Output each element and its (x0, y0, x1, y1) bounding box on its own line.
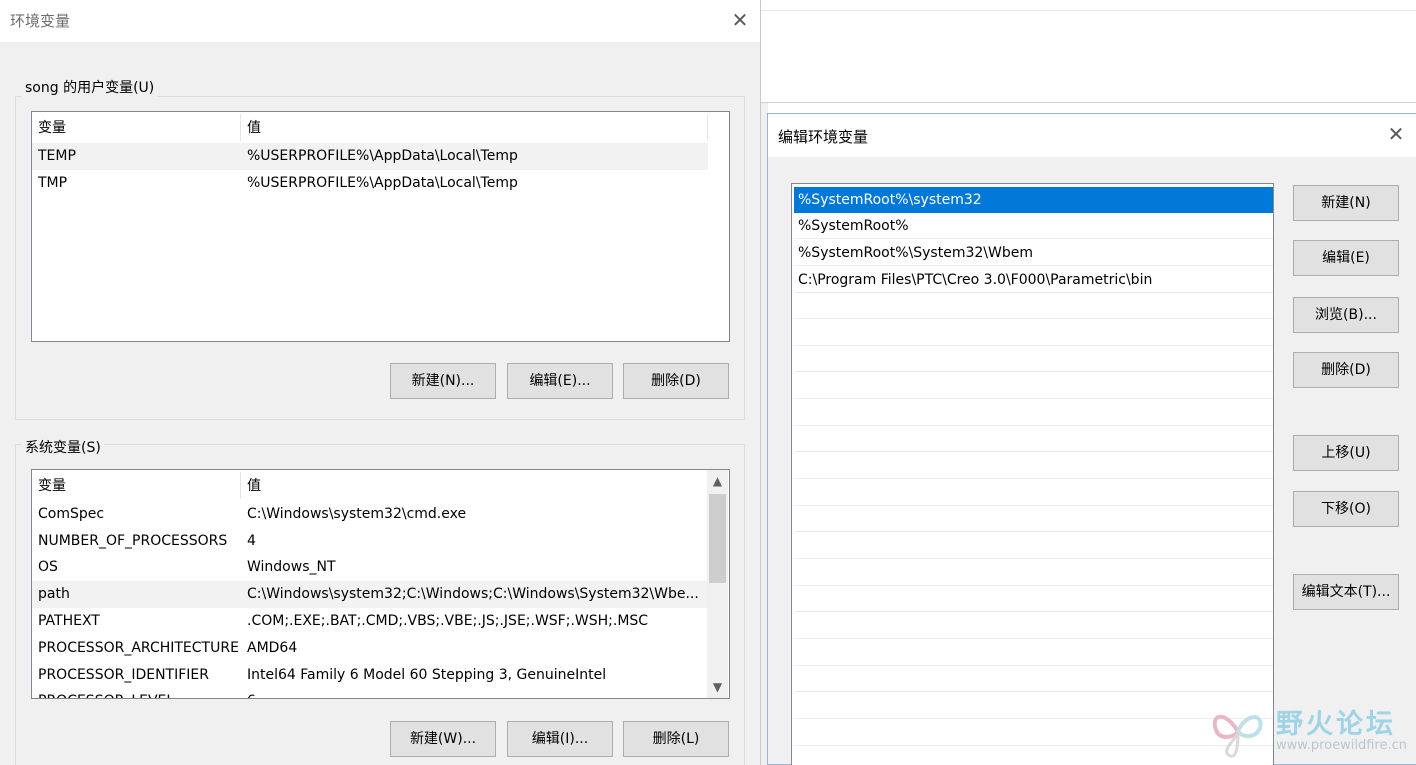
variable-name: PROCESSOR_ARCHITECTURE (38, 640, 239, 656)
user-variables-list[interactable]: 变量 值 TEMP %USERPROFILE%\AppData\Local\Te… (31, 111, 730, 342)
variable-name: TEMP (38, 148, 76, 164)
user-edit-button[interactable]: 编辑(E)... (507, 363, 613, 399)
empty-list-row[interactable] (794, 533, 1273, 559)
list-item[interactable]: %SystemRoot%\System32\Wbem (794, 240, 1273, 266)
empty-list-row[interactable] (794, 453, 1273, 479)
empty-list-row[interactable] (794, 613, 1273, 639)
variable-value: C:\Windows\system32\cmd.exe (247, 506, 467, 522)
empty-list-row[interactable] (794, 506, 1273, 532)
delete-path-button[interactable]: 删除(D) (1293, 352, 1399, 388)
column-separator (707, 114, 708, 141)
path-entries-list[interactable]: %SystemRoot%\system32 %SystemRoot% %Syst… (791, 183, 1274, 765)
user-delete-button[interactable]: 删除(D) (623, 363, 729, 399)
close-icon[interactable]: ✕ (729, 10, 751, 32)
empty-list-row[interactable] (794, 373, 1273, 399)
move-up-button[interactable]: 上移(U) (1293, 435, 1399, 471)
empty-list-row[interactable] (794, 693, 1273, 719)
system-delete-button[interactable]: 删除(L) (623, 721, 729, 757)
list-item[interactable]: %SystemRoot%\system32 (794, 187, 1273, 213)
column-header-value[interactable]: 值 (241, 112, 708, 143)
user-new-button[interactable]: 新建(N)... (390, 363, 496, 399)
table-row[interactable]: PROCESSOR_ARCHITECTURE AMD64 (32, 635, 708, 662)
table-row[interactable]: PROCESSOR_IDENTIFIER Intel64 Family 6 Mo… (32, 662, 708, 689)
table-row[interactable]: TEMP %USERPROFILE%\AppData\Local\Temp (32, 143, 708, 170)
variable-value: Windows_NT (247, 559, 336, 575)
list-item[interactable]: %SystemRoot% (794, 213, 1273, 239)
empty-list-row[interactable] (794, 640, 1273, 666)
system-variables-label: 系统变量(S) (22, 437, 104, 457)
new-path-button[interactable]: 新建(N) (1293, 185, 1399, 221)
system-new-button[interactable]: 新建(W)... (390, 721, 496, 757)
table-row[interactable]: OS Windows_NT (32, 554, 708, 581)
edit-path-button[interactable]: 编辑(E) (1293, 240, 1399, 276)
background-divider (760, 102, 1416, 103)
variable-name: ComSpec (38, 506, 105, 522)
empty-list-row[interactable] (794, 346, 1273, 372)
empty-list-row[interactable] (794, 320, 1273, 346)
browse-button[interactable]: 浏览(B)... (1293, 297, 1399, 333)
empty-list-row[interactable] (794, 720, 1273, 746)
variable-name: NUMBER_OF_PROCESSORS (38, 533, 228, 549)
env-dialog-title: 环境变量 (10, 12, 71, 30)
empty-list-row[interactable] (794, 666, 1273, 692)
scrollbar-thumb[interactable] (709, 494, 726, 583)
system-variables-list[interactable]: 变量 值 ComSpec C:\Windows\system32\cmd.exe… (31, 469, 730, 699)
variable-name: PROCESSOR_LEVEL (38, 688, 174, 698)
empty-list-row[interactable] (794, 480, 1273, 506)
butterfly-logo-icon (1212, 714, 1263, 758)
column-header-variable[interactable]: 变量 (32, 470, 241, 501)
variable-value: 4 (247, 533, 256, 549)
table-row[interactable]: PATHEXT .COM;.EXE;.BAT;.CMD;.VBS;.VBE;.J… (32, 608, 708, 635)
variable-name: TMP (38, 175, 68, 191)
empty-list-row[interactable] (794, 293, 1273, 319)
watermark-site-name: 野火论坛 (1276, 709, 1396, 740)
edit-text-button[interactable]: 编辑文本(T)... (1293, 574, 1399, 610)
variable-value: AMD64 (247, 640, 298, 656)
variable-name: PATHEXT (38, 613, 100, 629)
table-row[interactable]: PROCESSOR_LEVEL 6 (32, 688, 708, 698)
background-divider (760, 10, 1416, 11)
scroll-up-icon[interactable]: ▲ (707, 470, 728, 492)
variable-value: C:\Windows\system32;C:\Windows;C:\Window… (247, 586, 699, 602)
column-header-variable[interactable]: 变量 (32, 112, 241, 143)
list-header: 变量 值 (32, 112, 708, 143)
empty-list-row[interactable] (794, 426, 1273, 452)
variable-value: 6 (247, 688, 707, 698)
variable-name: PROCESSOR_IDENTIFIER (38, 667, 209, 683)
list-header: 变量 值 (32, 470, 708, 501)
variable-value: .COM;.EXE;.BAT;.CMD;.VBS;.VBE;.JS;.JSE;.… (247, 613, 649, 629)
user-variables-label: song 的用户变量(U) (22, 77, 158, 97)
variable-value: Intel64 Family 6 Model 60 Stepping 3, Ge… (247, 667, 607, 683)
variable-value: %USERPROFILE%\AppData\Local\Temp (247, 175, 518, 191)
watermark-url: www.proewildfire.cn (1276, 738, 1407, 753)
list-item[interactable]: C:\Program Files\PTC\Creo 3.0\F000\Param… (794, 267, 1273, 293)
variable-name: OS (38, 559, 58, 575)
table-row[interactable]: ComSpec C:\Windows\system32\cmd.exe (32, 501, 708, 528)
edit-dialog-title: 编辑环境变量 (778, 128, 869, 146)
system-edit-button[interactable]: 编辑(I)... (507, 721, 613, 757)
table-row[interactable]: NUMBER_OF_PROCESSORS 4 (32, 528, 708, 555)
move-down-button[interactable]: 下移(O) (1293, 491, 1399, 527)
scroll-down-icon[interactable]: ▼ (707, 676, 728, 698)
table-row[interactable]: TMP %USERPROFILE%\AppData\Local\Temp (32, 170, 708, 197)
env-dialog-titlebar (0, 0, 760, 42)
empty-list-row[interactable] (794, 560, 1273, 586)
watermark: 野火论坛 www.proewildfire.cn (1204, 698, 1416, 765)
variable-name: path (38, 586, 70, 602)
close-icon[interactable]: ✕ (1385, 124, 1407, 146)
empty-list-row[interactable] (794, 400, 1273, 426)
variable-value: %USERPROFILE%\AppData\Local\Temp (247, 148, 518, 164)
empty-list-row[interactable] (794, 586, 1273, 612)
column-header-value[interactable]: 值 (241, 470, 708, 501)
table-row[interactable]: path C:\Windows\system32;C:\Windows;C:\W… (32, 581, 708, 608)
